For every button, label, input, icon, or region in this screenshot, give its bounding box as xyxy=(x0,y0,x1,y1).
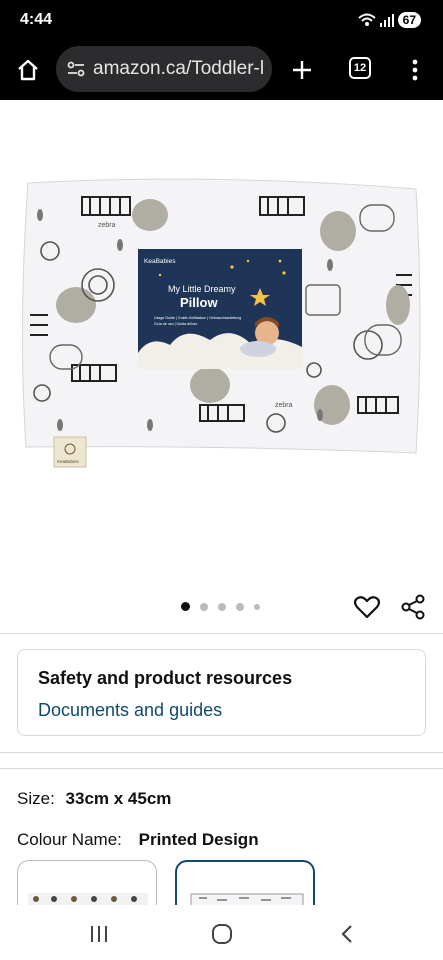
print-word-2: zebra xyxy=(275,402,293,409)
wifi-icon xyxy=(357,13,376,26)
carousel-dot-2[interactable] xyxy=(200,602,208,611)
signal-icon xyxy=(379,14,394,27)
documents-guides-link[interactable]: Documents and guides xyxy=(38,700,222,721)
print-word-1: zebra xyxy=(98,222,116,229)
carousel-dot-4[interactable] xyxy=(236,602,244,611)
home-button[interactable] xyxy=(10,52,46,88)
home-nav-button[interactable] xyxy=(207,920,237,948)
divider xyxy=(0,768,443,769)
carousel-dots xyxy=(181,602,260,611)
heart-icon xyxy=(354,596,380,619)
colour-row: Colour Name: Printed Design xyxy=(17,830,259,850)
share-icon xyxy=(401,594,425,620)
recents-button[interactable] xyxy=(84,920,114,948)
carousel-dot-5[interactable] xyxy=(254,603,260,610)
colour-label: Colour Name: xyxy=(17,830,122,849)
home-icon xyxy=(18,59,38,81)
size-label: Size: xyxy=(17,789,55,808)
back-chevron-icon xyxy=(341,925,352,943)
wishlist-button[interactable] xyxy=(352,592,382,622)
status-icons: 67 xyxy=(357,12,421,28)
battery-indicator: 67 xyxy=(397,12,421,28)
more-vert-icon xyxy=(412,59,418,81)
safety-resources-card[interactable]: Safety and product resources Documents a… xyxy=(17,649,426,736)
carousel-dot-1[interactable] xyxy=(181,602,190,611)
swatch-thumbnail xyxy=(190,893,304,907)
tab-switcher-button[interactable]: 12 xyxy=(349,57,371,79)
url-text: amazon.ca/Toddler-l xyxy=(93,58,265,79)
status-bar: 4:44 67 xyxy=(0,0,443,40)
package-title-line1: My Little Dreamy xyxy=(168,284,236,294)
swatch-thumbnail xyxy=(28,893,148,910)
divider xyxy=(0,633,443,634)
menu-button[interactable] xyxy=(397,52,433,88)
fabric-tag: KeaBabies xyxy=(53,436,87,468)
package-title-line2: Pillow xyxy=(180,295,218,310)
share-button[interactable] xyxy=(398,592,428,622)
recents-icon xyxy=(91,926,107,942)
browser-toolbar: amazon.ca/Toddler-l 12 xyxy=(0,40,443,100)
status-time: 4:44 xyxy=(20,11,53,28)
url-bar[interactable]: amazon.ca/Toddler-l xyxy=(56,46,272,92)
home-circle-icon xyxy=(212,924,232,944)
swatch-option-2-selected[interactable] xyxy=(175,860,315,910)
divider xyxy=(0,752,443,753)
package-card: KeaBabies My Little Dreamy Pillow Usage … xyxy=(138,249,302,369)
site-settings-icon[interactable] xyxy=(66,59,86,79)
product-image[interactable]: zebra zebra KeaBabies My Little Dreamy P… xyxy=(20,175,423,475)
new-tab-button[interactable] xyxy=(284,52,320,88)
package-subtitle: Usage Guide | Guide d'utilisation | Gebr… xyxy=(154,316,241,320)
size-row: Size: 33cm x 45cm xyxy=(17,789,171,809)
tag-brand: KeaBabies xyxy=(57,459,80,464)
package-brand: KeaBabies xyxy=(144,258,176,265)
system-nav-bar xyxy=(0,905,443,960)
colour-value: Printed Design xyxy=(138,830,259,849)
plus-icon xyxy=(293,61,311,79)
package-subtitle2: Guía de uso | Guida all'uso xyxy=(154,322,197,326)
size-value: 33cm x 45cm xyxy=(65,789,172,808)
safety-resources-title: Safety and product resources xyxy=(38,668,293,688)
carousel-dot-3[interactable] xyxy=(218,602,226,611)
back-button[interactable] xyxy=(332,920,362,948)
swatch-option-1[interactable] xyxy=(17,860,157,910)
